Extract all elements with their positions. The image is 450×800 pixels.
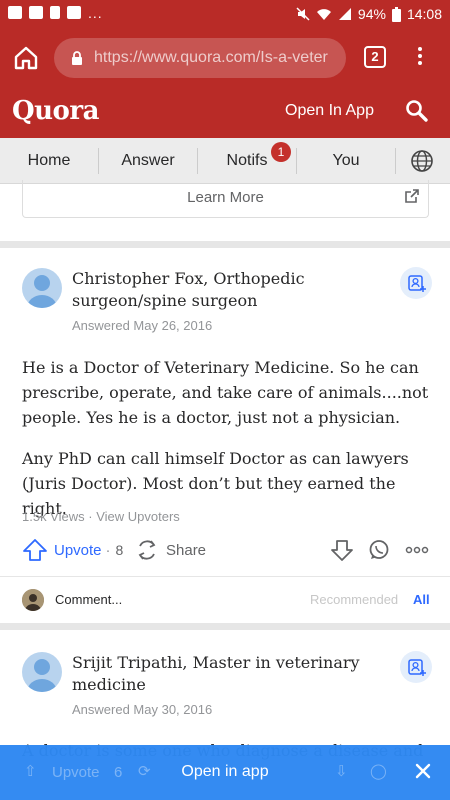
answer-actions: Upvote · 8 Share (0, 535, 450, 565)
status-bar: ... 94% 14:08 (0, 0, 450, 30)
open-in-app-link[interactable]: Open In App (285, 102, 374, 120)
quora-header: Quora Open In App (0, 86, 450, 138)
url-field[interactable]: https://www.quora.com/Is-a-veter (54, 38, 346, 78)
menu-dot-icon (418, 54, 422, 58)
person-photo-icon (22, 589, 44, 611)
downvote-icon (331, 540, 353, 561)
language-button[interactable] (410, 149, 434, 173)
comment-input[interactable]: Comment... (55, 592, 122, 607)
more-notifications: ... (88, 4, 103, 21)
battery-percent: 94% (357, 6, 386, 22)
open-in-app-banner[interactable]: ⇧ Upvote 6 ⟳ ⇩ ◯ Open in app (0, 745, 450, 800)
notif-badge: 1 (271, 142, 291, 162)
section-divider (0, 623, 450, 630)
upvote-label: Upvote (54, 541, 102, 559)
search-icon (406, 100, 428, 122)
answer-date[interactable]: Answered May 26, 2016 (72, 318, 212, 333)
view-upvoters-link[interactable]: View Upvoters (96, 509, 180, 524)
message-icon (29, 6, 43, 19)
follow-button[interactable] (400, 651, 432, 683)
all-comments-filter[interactable]: All (413, 592, 430, 607)
url-text: https://www.quora.com/Is-a-veter (94, 49, 342, 67)
menu-dot-icon (418, 61, 422, 65)
avatar[interactable] (22, 268, 62, 308)
upvote-count: 8 (115, 542, 124, 558)
mute-icon (296, 7, 310, 21)
learn-more-label: Learn More (187, 189, 264, 206)
person-icon (27, 659, 57, 692)
search-button[interactable] (404, 98, 430, 124)
battery-icon (391, 6, 401, 22)
close-icon[interactable] (414, 762, 432, 780)
more-icon (405, 546, 429, 554)
nav-you[interactable]: You (297, 138, 395, 184)
browser-menu-button[interactable] (410, 44, 430, 72)
answer-date[interactable]: Answered May 30, 2016 (72, 702, 212, 717)
gallery-icon (67, 6, 81, 19)
avatar[interactable] (22, 652, 62, 692)
person-icon (27, 275, 57, 308)
external-link-icon (405, 189, 419, 203)
menu-dot-icon (418, 47, 422, 51)
add-person-icon (408, 275, 426, 292)
globe-icon (411, 150, 433, 172)
view-count: 1.5k Views (22, 509, 85, 524)
url-domain: https://www.quora.com (94, 49, 256, 66)
browser-toolbar: https://www.quora.com/Is-a-veter 2 (0, 30, 450, 86)
quora-logo[interactable]: Quora (12, 96, 99, 126)
wifi-icon (316, 9, 331, 20)
answer-meta: 1.5k Views · View Upvoters (22, 509, 180, 524)
lock-icon (72, 51, 82, 65)
youtube-icon (8, 6, 22, 19)
upvote-separator: · (105, 541, 111, 559)
ad-learn-more-button[interactable]: Learn More (22, 180, 429, 218)
tab-switcher-button[interactable]: 2 (364, 46, 386, 68)
signal-icon (338, 8, 351, 20)
send-icon (50, 6, 60, 19)
add-person-icon (408, 659, 426, 676)
recommended-filter[interactable]: Recommended (310, 592, 398, 607)
clock: 14:08 (406, 6, 442, 22)
user-avatar (22, 589, 44, 611)
downvote-button[interactable] (330, 535, 354, 565)
nav-answer[interactable]: Answer (99, 138, 197, 184)
nav-home[interactable]: Home (0, 138, 98, 184)
answer-author[interactable]: Srijit Tripathi, Master in veterinary me… (72, 652, 382, 696)
main-nav: Home Answer Notifs 1 You (0, 138, 450, 184)
follow-button[interactable] (400, 267, 432, 299)
nav-divider (395, 148, 396, 174)
more-options-button[interactable] (405, 535, 429, 565)
comment-row: Comment... Recommended All (0, 576, 450, 622)
whatsapp-share-button[interactable] (368, 535, 390, 565)
upvote-button[interactable]: Upvote · 8 (22, 535, 123, 565)
share-icon (138, 540, 156, 560)
answer-author[interactable]: Christopher Fox, Orthopedic surgeon/spin… (72, 268, 382, 312)
open-in-app-label: Open in app (181, 763, 269, 780)
url-path: /Is-a-veter (255, 49, 328, 66)
share-button[interactable]: Share (134, 535, 206, 565)
section-divider (0, 241, 450, 248)
share-label: Share (166, 541, 207, 559)
home-icon (14, 46, 38, 70)
answer-paragraph: He is a Doctor of Veterinary Medicine. S… (22, 358, 429, 427)
upvote-icon (23, 539, 47, 561)
whatsapp-icon (369, 540, 389, 559)
home-button[interactable] (12, 44, 40, 72)
